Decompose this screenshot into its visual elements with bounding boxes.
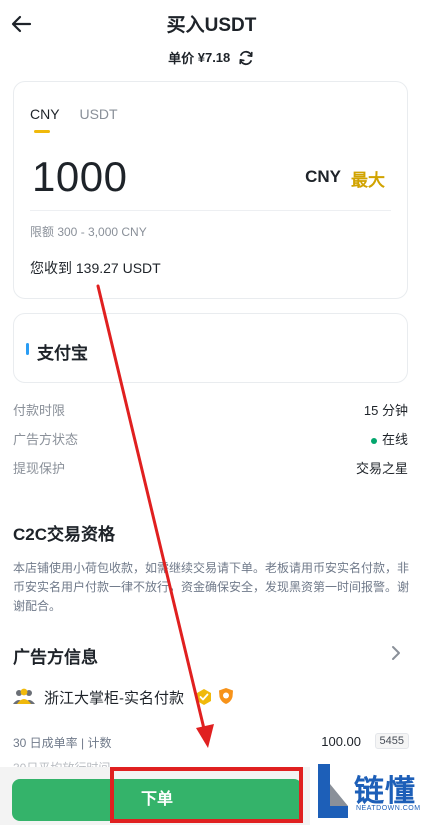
ad-status-value: 在线 <box>381 432 408 447</box>
ad-status-value-wrap: 在线 <box>370 429 408 448</box>
unit-price-value: ¥7.18 <box>197 50 231 65</box>
limit-text: 限额 300 - 3,000 CNY <box>30 225 147 239</box>
completion-rate-label: 30 日成单率 | 计数 <box>13 736 112 750</box>
withdraw-protect-label: 提现保护 <box>13 461 66 476</box>
payment-color-bar <box>26 343 29 355</box>
place-order-button[interactable]: 下单 <box>12 779 302 821</box>
pay-limit-label: 付款时限 <box>13 403 66 418</box>
watermark-subtext: NEATDOWN.COM <box>356 805 421 812</box>
c2c-description: 本店铺使用小荷包收款，如需继续交易请下单。老板请用币安实名付款，非币安实名用户付… <box>13 561 410 613</box>
watermark: 链懂 NEATDOWN.COM <box>310 758 423 825</box>
advertiser-title: 广告方信息 <box>13 648 98 667</box>
refresh-icon[interactable] <box>237 49 255 67</box>
online-dot-icon <box>370 437 377 444</box>
max-button[interactable]: 最大 <box>351 166 385 191</box>
group-avatar-icon <box>13 688 35 704</box>
shield-badge-icon <box>219 688 233 704</box>
merchant-name: 浙江大掌柜-实名付款 <box>44 690 184 707</box>
unit-price: 单价 ¥7.18 <box>0 48 423 70</box>
currency-tabs: CNY USDT <box>30 106 134 133</box>
c2c-title: C2C交易资格 <box>13 525 116 544</box>
tab-cny[interactable]: CNY <box>30 106 60 133</box>
watermark-logo-icon <box>318 764 348 818</box>
unit-price-label: 单价 <box>168 51 195 66</box>
withdraw-protect-row: 提现保护 交易之星 <box>13 458 408 478</box>
completion-rate-row: 30 日成单率 | 计数 100.00 5455 <box>13 733 409 754</box>
amount-input[interactable]: 1000 <box>32 153 127 201</box>
withdraw-protect-value: 交易之星 <box>355 461 408 476</box>
divider <box>30 210 391 211</box>
watermark-text: 链懂 <box>354 775 416 808</box>
chevron-right-icon[interactable] <box>389 644 403 662</box>
ad-status-row: 广告方状态 在线 <box>13 429 408 449</box>
receive-text: 您收到 139.27 USDT <box>30 260 161 276</box>
completion-rate-value: 100.00 <box>321 734 361 749</box>
payment-method-label: 支付宝 <box>37 344 88 363</box>
tab-usdt[interactable]: USDT <box>79 106 117 122</box>
payment-method-card[interactable]: 支付宝 <box>13 313 408 383</box>
amount-unit: CNY <box>305 167 341 186</box>
order-count-badge: 5455 <box>374 733 409 749</box>
page-title: 买入USDT <box>166 15 257 36</box>
ad-status-label: 广告方状态 <box>13 432 79 447</box>
header: 买入USDT <box>0 0 423 48</box>
pay-limit-value: 15 分钟 <box>363 403 408 418</box>
amount-card: CNY USDT 1000 CNY 最大 限额 300 - 3,000 CNY … <box>13 81 408 299</box>
pay-limit-row: 付款时限 15 分钟 <box>13 400 408 420</box>
verified-badge-icon <box>197 689 211 705</box>
